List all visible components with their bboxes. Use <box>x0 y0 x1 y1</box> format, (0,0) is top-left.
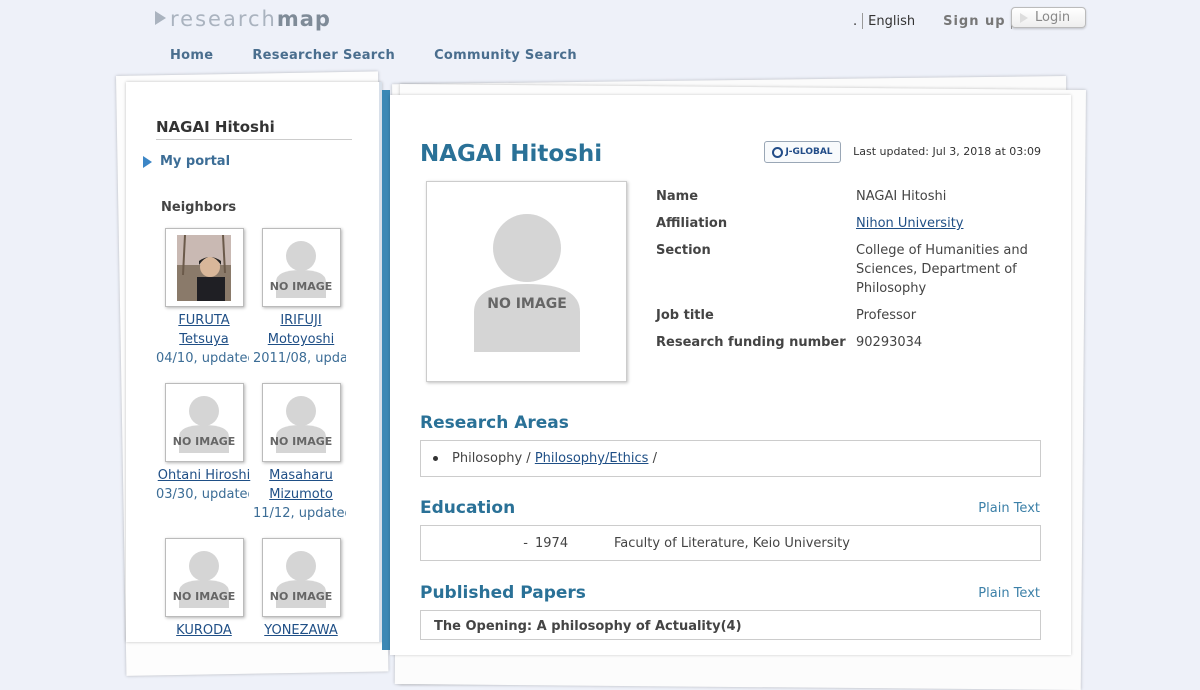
nav-home[interactable]: Home <box>170 48 213 63</box>
published-papers-heading: Published Papers <box>420 583 586 603</box>
paper-title: The Opening: A philosophy of Actuality(4… <box>434 619 742 634</box>
neighbor-updated: 2011/08, updated <box>253 351 346 366</box>
research-area-link[interactable]: Philosophy/Ethics <box>535 451 649 466</box>
jglobal-button[interactable]: J-GLOBAL <box>764 141 841 163</box>
neighbor-updated: 04/10, updated <box>156 351 249 366</box>
language-mark: . <box>853 13 858 29</box>
education-plain-text-link[interactable]: Plain Text <box>978 501 1040 516</box>
jglobal-label: J-GLOBAL <box>785 147 833 157</box>
research-areas-heading: Research Areas <box>420 413 569 433</box>
info-row-section: Section College of Humanities and Scienc… <box>656 241 1046 298</box>
neighbor-name[interactable]: FURUTA Tetsuya <box>156 311 252 349</box>
neighbor-name[interactable]: KURODA <box>156 621 252 640</box>
no-image-text: NO IMAGE <box>270 590 332 603</box>
language-link[interactable]: English <box>868 14 915 29</box>
education-heading: Education <box>420 498 516 518</box>
info-value: 90293034 <box>856 335 923 350</box>
signup-link[interactable]: Sign up <box>943 14 1005 29</box>
research-areas-box: Philosophy / Philosophy/Ethics / <box>420 440 1041 477</box>
my-portal-label: My portal <box>160 154 231 169</box>
affiliation-link[interactable]: Nihon University <box>856 216 963 231</box>
neighbor-photo[interactable]: NO IMAGE <box>261 383 341 462</box>
neighbor-card[interactable]: FURUTA Tetsuya 04/10, updated <box>156 228 252 366</box>
globe-icon <box>772 146 784 158</box>
education-school: Faculty of Literature, Keio University <box>614 535 850 551</box>
neighbor-updated: 11/12, updated <box>253 506 346 521</box>
neighbor-photo[interactable] <box>164 228 244 307</box>
profile-title: NAGAI Hitoshi <box>420 141 603 167</box>
no-image-icon: NO IMAGE <box>173 550 235 608</box>
neighbor-name[interactable]: Ohtani Hiroshi <box>156 466 252 485</box>
researchmap-logo[interactable]: researchmap <box>155 7 331 31</box>
nav-researcher-search[interactable]: Researcher Search <box>252 48 395 63</box>
info-key: Name <box>656 189 699 204</box>
person-photo-icon <box>177 234 231 301</box>
play-icon <box>1020 12 1028 23</box>
info-key: Job title <box>656 308 714 323</box>
nav-community-search[interactable]: Community Search <box>434 48 577 63</box>
info-key: Research funding number <box>656 335 846 350</box>
paper-item[interactable]: The Opening: A philosophy of Actuality(4… <box>420 610 1041 640</box>
last-updated: Last updated: Jul 3, 2018 at 03:09 <box>853 145 1041 158</box>
no-image-icon: NO IMAGE <box>173 395 235 453</box>
no-image-icon: NO IMAGE <box>473 213 580 352</box>
login-button[interactable]: Login <box>1011 7 1086 28</box>
sidebar: NAGAI Hitoshi My portal Neighbors FURUTA… <box>126 82 382 642</box>
info-row-job-title: Job title Professor <box>656 306 1046 325</box>
neighbor-name[interactable]: IRIFUJI Motoyoshi <box>253 311 349 349</box>
info-key: Section <box>656 243 711 258</box>
neighbor-name[interactable]: YONEZAWA <box>253 621 349 640</box>
research-area-tail: / <box>648 451 657 466</box>
neighbor-photo[interactable]: NO IMAGE <box>164 383 244 462</box>
neighbor-updated: 03/30, updated <box>156 487 249 502</box>
education-year: 1974 <box>535 535 569 551</box>
no-image-text: NO IMAGE <box>173 590 235 603</box>
login-label: Login <box>1035 10 1071 25</box>
no-image-icon: NO IMAGE <box>270 550 332 608</box>
my-portal-link[interactable]: My portal <box>143 154 230 169</box>
no-image-text: NO IMAGE <box>173 435 235 448</box>
profile-info: Name NAGAI Hitoshi Affiliation Nihon Uni… <box>656 187 1046 360</box>
neighbor-card[interactable]: NO IMAGE Ohtani Hiroshi 03/30, updated <box>156 383 252 502</box>
no-image-text: NO IMAGE <box>487 296 567 312</box>
papers-plain-text-link[interactable]: Plain Text <box>978 586 1040 601</box>
no-image-text: NO IMAGE <box>270 435 332 448</box>
education-box: - 1974 Faculty of Literature, Keio Unive… <box>420 525 1041 561</box>
info-value: NAGAI Hitoshi <box>856 189 947 204</box>
info-value: Professor <box>856 308 917 323</box>
divider <box>862 13 864 29</box>
no-image-text: NO IMAGE <box>270 280 332 293</box>
education-dash: - <box>523 535 528 551</box>
sidebar-researcher-name: NAGAI Hitoshi <box>156 118 352 140</box>
info-row-name: Name NAGAI Hitoshi <box>656 187 1046 206</box>
info-key: Affiliation <box>656 216 728 231</box>
neighbor-card[interactable]: NO IMAGE YONEZAWA <box>253 538 349 640</box>
neighbor-name[interactable]: Masaharu Mizumoto <box>253 466 349 504</box>
no-image-icon: NO IMAGE <box>270 240 332 298</box>
logo-text-dark: map <box>276 7 331 31</box>
profile-panel: NAGAI Hitoshi J-GLOBAL Last updated: Jul… <box>390 95 1071 655</box>
main-nav: Home Researcher Search Community Search <box>170 48 616 63</box>
profile-photo: NO IMAGE <box>426 181 627 382</box>
no-image-icon: NO IMAGE <box>270 395 332 453</box>
accent-band <box>382 90 390 650</box>
neighbor-photo[interactable]: NO IMAGE <box>261 538 341 617</box>
info-value: College of Humanities and Sciences, Depa… <box>856 243 1028 296</box>
arrow-right-icon <box>143 155 152 168</box>
info-row-funding-number: Research funding number 90293034 <box>656 333 1046 352</box>
logo-text-light: research <box>170 7 277 31</box>
neighbor-photo[interactable]: NO IMAGE <box>261 228 341 307</box>
research-area-field: Philosophy / <box>452 451 535 466</box>
header-links: . English Sign up <box>853 10 1017 32</box>
info-row-affiliation: Affiliation Nihon University <box>656 214 1046 233</box>
bullet-icon <box>433 456 438 461</box>
neighbor-card[interactable]: NO IMAGE IRIFUJI Motoyoshi 2011/08, upda… <box>253 228 349 366</box>
neighbor-photo[interactable]: NO IMAGE <box>164 538 244 617</box>
logo-triangle-icon <box>155 11 166 25</box>
neighbor-card[interactable]: NO IMAGE KURODA <box>156 538 252 640</box>
neighbor-card[interactable]: NO IMAGE Masaharu Mizumoto 11/12, update… <box>253 383 349 521</box>
neighbors-heading: Neighbors <box>161 200 237 215</box>
